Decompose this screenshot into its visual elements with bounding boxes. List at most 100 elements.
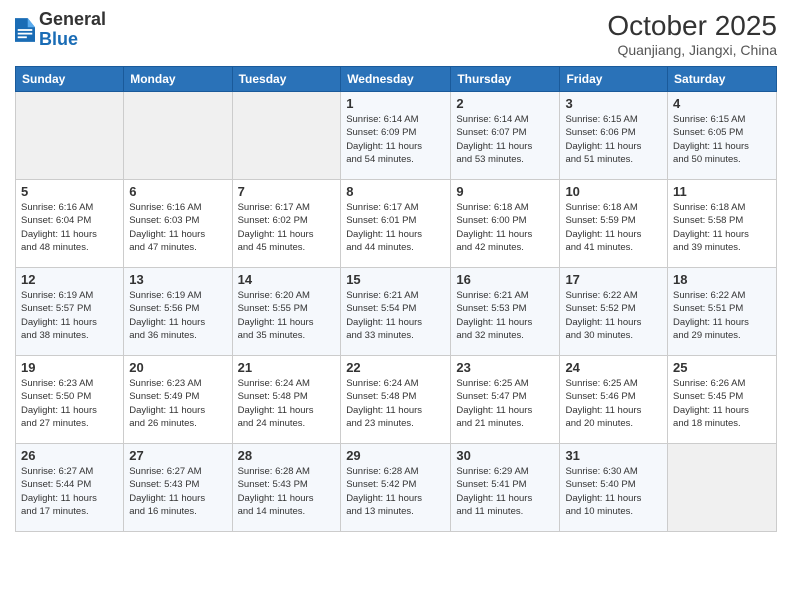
day-info: Sunrise: 6:25 AM Sunset: 5:46 PM Dayligh… xyxy=(565,377,662,430)
day-number: 15 xyxy=(346,272,445,287)
day-info: Sunrise: 6:28 AM Sunset: 5:42 PM Dayligh… xyxy=(346,465,445,518)
calendar: Sunday Monday Tuesday Wednesday Thursday… xyxy=(15,66,777,532)
col-sunday: Sunday xyxy=(16,67,124,92)
day-number: 23 xyxy=(456,360,554,375)
day-number: 31 xyxy=(565,448,662,463)
calendar-cell: 12 Sunrise: 6:19 AM Sunset: 5:57 PM Dayli… xyxy=(16,268,124,356)
day-number: 11 xyxy=(673,184,771,199)
day-info: Sunrise: 6:18 AM Sunset: 6:00 PM Dayligh… xyxy=(456,201,554,254)
day-number: 5 xyxy=(21,184,118,199)
logo-general: General xyxy=(39,9,106,29)
day-number: 20 xyxy=(129,360,226,375)
calendar-cell xyxy=(668,444,777,532)
logo-blue: Blue xyxy=(39,29,78,49)
day-info: Sunrise: 6:21 AM Sunset: 5:53 PM Dayligh… xyxy=(456,289,554,342)
day-number: 30 xyxy=(456,448,554,463)
day-number: 13 xyxy=(129,272,226,287)
day-info: Sunrise: 6:14 AM Sunset: 6:09 PM Dayligh… xyxy=(346,113,445,166)
calendar-cell: 23 Sunrise: 6:25 AM Sunset: 5:47 PM Dayli… xyxy=(451,356,560,444)
calendar-cell: 14 Sunrise: 6:20 AM Sunset: 5:55 PM Dayli… xyxy=(232,268,341,356)
day-number: 18 xyxy=(673,272,771,287)
calendar-cell: 22 Sunrise: 6:24 AM Sunset: 5:48 PM Dayli… xyxy=(341,356,451,444)
day-info: Sunrise: 6:24 AM Sunset: 5:48 PM Dayligh… xyxy=(346,377,445,430)
calendar-week-2: 5 Sunrise: 6:16 AM Sunset: 6:04 PM Daylig… xyxy=(16,180,777,268)
calendar-cell: 16 Sunrise: 6:21 AM Sunset: 5:53 PM Dayli… xyxy=(451,268,560,356)
calendar-cell: 20 Sunrise: 6:23 AM Sunset: 5:49 PM Dayli… xyxy=(124,356,232,444)
day-info: Sunrise: 6:17 AM Sunset: 6:02 PM Dayligh… xyxy=(238,201,336,254)
calendar-cell xyxy=(232,92,341,180)
day-info: Sunrise: 6:29 AM Sunset: 5:41 PM Dayligh… xyxy=(456,465,554,518)
day-info: Sunrise: 6:15 AM Sunset: 6:05 PM Dayligh… xyxy=(673,113,771,166)
calendar-cell: 26 Sunrise: 6:27 AM Sunset: 5:44 PM Dayli… xyxy=(16,444,124,532)
month-title: October 2025 xyxy=(607,10,777,42)
day-number: 24 xyxy=(565,360,662,375)
day-number: 19 xyxy=(21,360,118,375)
day-info: Sunrise: 6:27 AM Sunset: 5:44 PM Dayligh… xyxy=(21,465,118,518)
day-number: 26 xyxy=(21,448,118,463)
day-number: 22 xyxy=(346,360,445,375)
day-info: Sunrise: 6:18 AM Sunset: 5:58 PM Dayligh… xyxy=(673,201,771,254)
calendar-cell: 3Sunrise: 6:15 AM Sunset: 6:06 PM Daylig… xyxy=(560,92,668,180)
day-info: Sunrise: 6:19 AM Sunset: 5:57 PM Dayligh… xyxy=(21,289,118,342)
day-number: 21 xyxy=(238,360,336,375)
calendar-cell: 24 Sunrise: 6:25 AM Sunset: 5:46 PM Dayli… xyxy=(560,356,668,444)
logo-icon xyxy=(15,18,35,42)
day-info: Sunrise: 6:19 AM Sunset: 5:56 PM Dayligh… xyxy=(129,289,226,342)
day-number: 3 xyxy=(565,96,662,111)
col-tuesday: Tuesday xyxy=(232,67,341,92)
day-number: 2 xyxy=(456,96,554,111)
day-info: Sunrise: 6:26 AM Sunset: 5:45 PM Dayligh… xyxy=(673,377,771,430)
day-info: Sunrise: 6:28 AM Sunset: 5:43 PM Dayligh… xyxy=(238,465,336,518)
col-wednesday: Wednesday xyxy=(341,67,451,92)
day-info: Sunrise: 6:24 AM Sunset: 5:48 PM Dayligh… xyxy=(238,377,336,430)
calendar-cell: 11 Sunrise: 6:18 AM Sunset: 5:58 PM Dayli… xyxy=(668,180,777,268)
calendar-cell: 5 Sunrise: 6:16 AM Sunset: 6:04 PM Daylig… xyxy=(16,180,124,268)
day-number: 8 xyxy=(346,184,445,199)
calendar-cell: 28 Sunrise: 6:28 AM Sunset: 5:43 PM Dayli… xyxy=(232,444,341,532)
day-number: 1 xyxy=(346,96,445,111)
day-number: 12 xyxy=(21,272,118,287)
calendar-cell: 21 Sunrise: 6:24 AM Sunset: 5:48 PM Dayli… xyxy=(232,356,341,444)
page: General Blue October 2025 Quanjiang, Jia… xyxy=(0,0,792,612)
calendar-header-row: Sunday Monday Tuesday Wednesday Thursday… xyxy=(16,67,777,92)
calendar-cell: 6Sunrise: 6:16 AM Sunset: 6:03 PM Daylig… xyxy=(124,180,232,268)
day-info: Sunrise: 6:16 AM Sunset: 6:04 PM Dayligh… xyxy=(21,201,118,254)
logo-text: General Blue xyxy=(39,10,106,50)
calendar-cell: 30 Sunrise: 6:29 AM Sunset: 5:41 PM Dayli… xyxy=(451,444,560,532)
calendar-cell: 10Sunrise: 6:18 AM Sunset: 5:59 PM Dayli… xyxy=(560,180,668,268)
calendar-cell: 9 Sunrise: 6:18 AM Sunset: 6:00 PM Daylig… xyxy=(451,180,560,268)
calendar-cell: 13 Sunrise: 6:19 AM Sunset: 5:56 PM Dayli… xyxy=(124,268,232,356)
col-monday: Monday xyxy=(124,67,232,92)
day-info: Sunrise: 6:21 AM Sunset: 5:54 PM Dayligh… xyxy=(346,289,445,342)
calendar-cell: 31 Sunrise: 6:30 AM Sunset: 5:40 PM Dayli… xyxy=(560,444,668,532)
day-number: 28 xyxy=(238,448,336,463)
day-info: Sunrise: 6:22 AM Sunset: 5:52 PM Dayligh… xyxy=(565,289,662,342)
calendar-cell: 2 Sunrise: 6:14 AM Sunset: 6:07 PM Daylig… xyxy=(451,92,560,180)
day-info: Sunrise: 6:23 AM Sunset: 5:49 PM Dayligh… xyxy=(129,377,226,430)
day-number: 27 xyxy=(129,448,226,463)
day-info: Sunrise: 6:14 AM Sunset: 6:07 PM Dayligh… xyxy=(456,113,554,166)
calendar-week-1: 1 Sunrise: 6:14 AM Sunset: 6:09 PM Daylig… xyxy=(16,92,777,180)
location-subtitle: Quanjiang, Jiangxi, China xyxy=(607,42,777,58)
title-block: October 2025 Quanjiang, Jiangxi, China xyxy=(607,10,777,58)
day-number: 9 xyxy=(456,184,554,199)
calendar-cell: 25Sunrise: 6:26 AM Sunset: 5:45 PM Dayli… xyxy=(668,356,777,444)
calendar-cell xyxy=(16,92,124,180)
day-number: 6 xyxy=(129,184,226,199)
day-number: 7 xyxy=(238,184,336,199)
day-info: Sunrise: 6:25 AM Sunset: 5:47 PM Dayligh… xyxy=(456,377,554,430)
day-number: 10 xyxy=(565,184,662,199)
col-friday: Friday xyxy=(560,67,668,92)
calendar-cell: 8Sunrise: 6:17 AM Sunset: 6:01 PM Daylig… xyxy=(341,180,451,268)
col-thursday: Thursday xyxy=(451,67,560,92)
calendar-cell: 1 Sunrise: 6:14 AM Sunset: 6:09 PM Daylig… xyxy=(341,92,451,180)
day-number: 14 xyxy=(238,272,336,287)
day-info: Sunrise: 6:20 AM Sunset: 5:55 PM Dayligh… xyxy=(238,289,336,342)
day-info: Sunrise: 6:27 AM Sunset: 5:43 PM Dayligh… xyxy=(129,465,226,518)
day-info: Sunrise: 6:30 AM Sunset: 5:40 PM Dayligh… xyxy=(565,465,662,518)
calendar-cell: 29Sunrise: 6:28 AM Sunset: 5:42 PM Dayli… xyxy=(341,444,451,532)
calendar-cell: 4Sunrise: 6:15 AM Sunset: 6:05 PM Daylig… xyxy=(668,92,777,180)
calendar-cell: 19Sunrise: 6:23 AM Sunset: 5:50 PM Dayli… xyxy=(16,356,124,444)
calendar-cell: 7 Sunrise: 6:17 AM Sunset: 6:02 PM Daylig… xyxy=(232,180,341,268)
day-number: 16 xyxy=(456,272,554,287)
